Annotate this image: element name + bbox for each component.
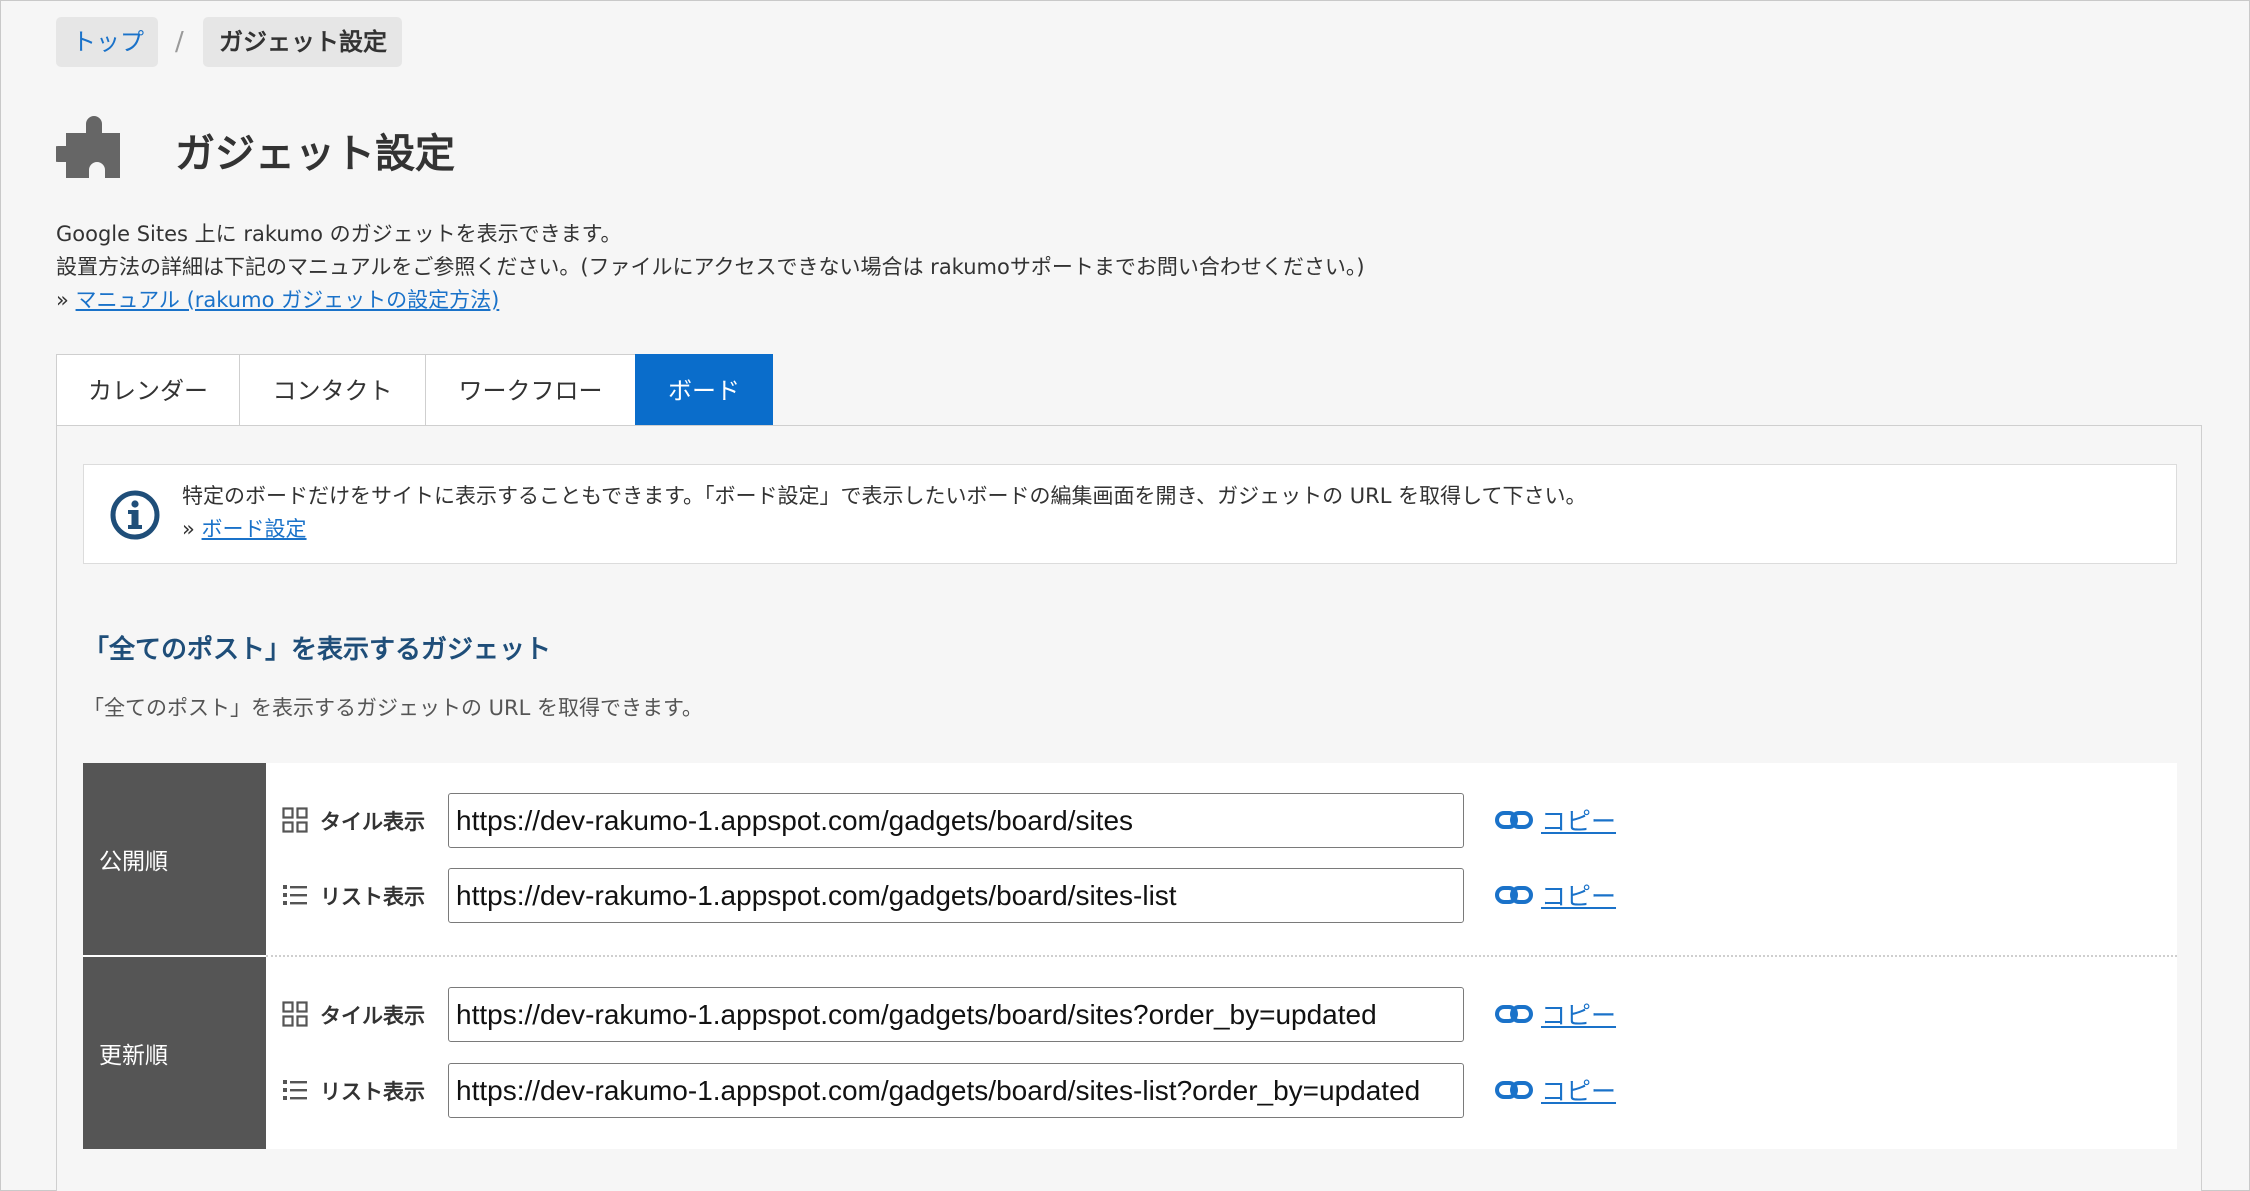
copy-label: コピー: [1541, 882, 1617, 911]
breadcrumb-top-link[interactable]: トップ: [56, 17, 158, 67]
intro-text-2: 設置方法の詳細は下記のマニュアルをご参照ください。(ファイルにアクセスできない場…: [56, 255, 1365, 279]
url-field[interactable]: [448, 1063, 1464, 1118]
copy-button[interactable]: コピー: [1495, 879, 1616, 911]
breadcrumb-separator: /: [175, 27, 184, 57]
intro-text-1: Google Sites 上に rakumo のガジェットを表示できます。: [56, 222, 622, 246]
page-title: ガジェット設定: [175, 131, 455, 177]
copy-button[interactable]: コピー: [1495, 804, 1616, 836]
row-divider: [266, 955, 2177, 957]
board-settings-link[interactable]: ボード設定: [202, 517, 307, 541]
copy-label: コピー: [1541, 807, 1617, 836]
info-icon: [110, 490, 160, 540]
url-field[interactable]: [448, 793, 1464, 848]
link-icon: [1495, 1005, 1533, 1023]
tab-calendar[interactable]: カレンダー: [56, 354, 240, 426]
tab-contact[interactable]: コンタクト: [239, 354, 426, 426]
breadcrumb-current: ガジェット設定: [203, 17, 402, 67]
info-box: 特定のボードだけをサイトに表示することもできます。「ボード設定」で表示したいボー…: [83, 464, 2177, 564]
copy-label: コピー: [1541, 1077, 1617, 1106]
link-icon: [1495, 886, 1533, 904]
section-description: 「全てのポスト」を表示するガジェットの URL を取得できます。: [83, 696, 703, 720]
gadget-url-table: 公開順 更新順 タイル表示 コピー: [83, 763, 2177, 1149]
manual-link[interactable]: マニュアル (rakumo ガジェットの設定方法): [76, 288, 500, 312]
tab-workflow[interactable]: ワークフロー: [425, 354, 636, 426]
list-icon: [283, 885, 307, 905]
url-field[interactable]: [448, 868, 1464, 923]
mode-label: リスト表示: [320, 1080, 425, 1104]
intro-link-prefix: »: [56, 288, 69, 312]
intro-manual-line: » マニュアル (rakumo ガジェットの設定方法): [56, 284, 499, 314]
tab-board[interactable]: ボード: [635, 354, 773, 426]
mode-label: タイル表示: [320, 1004, 425, 1028]
mode-label: リスト表示: [320, 885, 425, 909]
board-panel: 特定のボードだけをサイトに表示することもできます。「ボード設定」で表示したいボー…: [56, 425, 2202, 1191]
info-text: 特定のボードだけをサイトに表示することもできます。「ボード設定」で表示したいボー…: [182, 484, 1587, 508]
tile-icon: [282, 1001, 308, 1027]
link-icon: [1495, 1081, 1533, 1099]
list-icon: [283, 1080, 307, 1100]
gadget-tabs: カレンダー コンタクト ワークフロー ボード: [56, 354, 773, 426]
url-field[interactable]: [448, 987, 1464, 1042]
mode-label: タイル表示: [320, 810, 425, 834]
row-heading-published: 公開順: [83, 763, 266, 955]
link-icon: [1495, 811, 1533, 829]
info-link-line: » ボード設定: [182, 513, 307, 543]
puzzle-icon: [56, 116, 120, 178]
row-heading-updated: 更新順: [83, 957, 266, 1149]
copy-button[interactable]: コピー: [1495, 1074, 1616, 1106]
info-link-prefix: »: [182, 517, 195, 541]
copy-label: コピー: [1541, 1001, 1617, 1030]
copy-button[interactable]: コピー: [1495, 998, 1616, 1030]
tile-icon: [282, 807, 308, 833]
section-title: 「全てのポスト」を表示するガジェット: [83, 635, 552, 665]
